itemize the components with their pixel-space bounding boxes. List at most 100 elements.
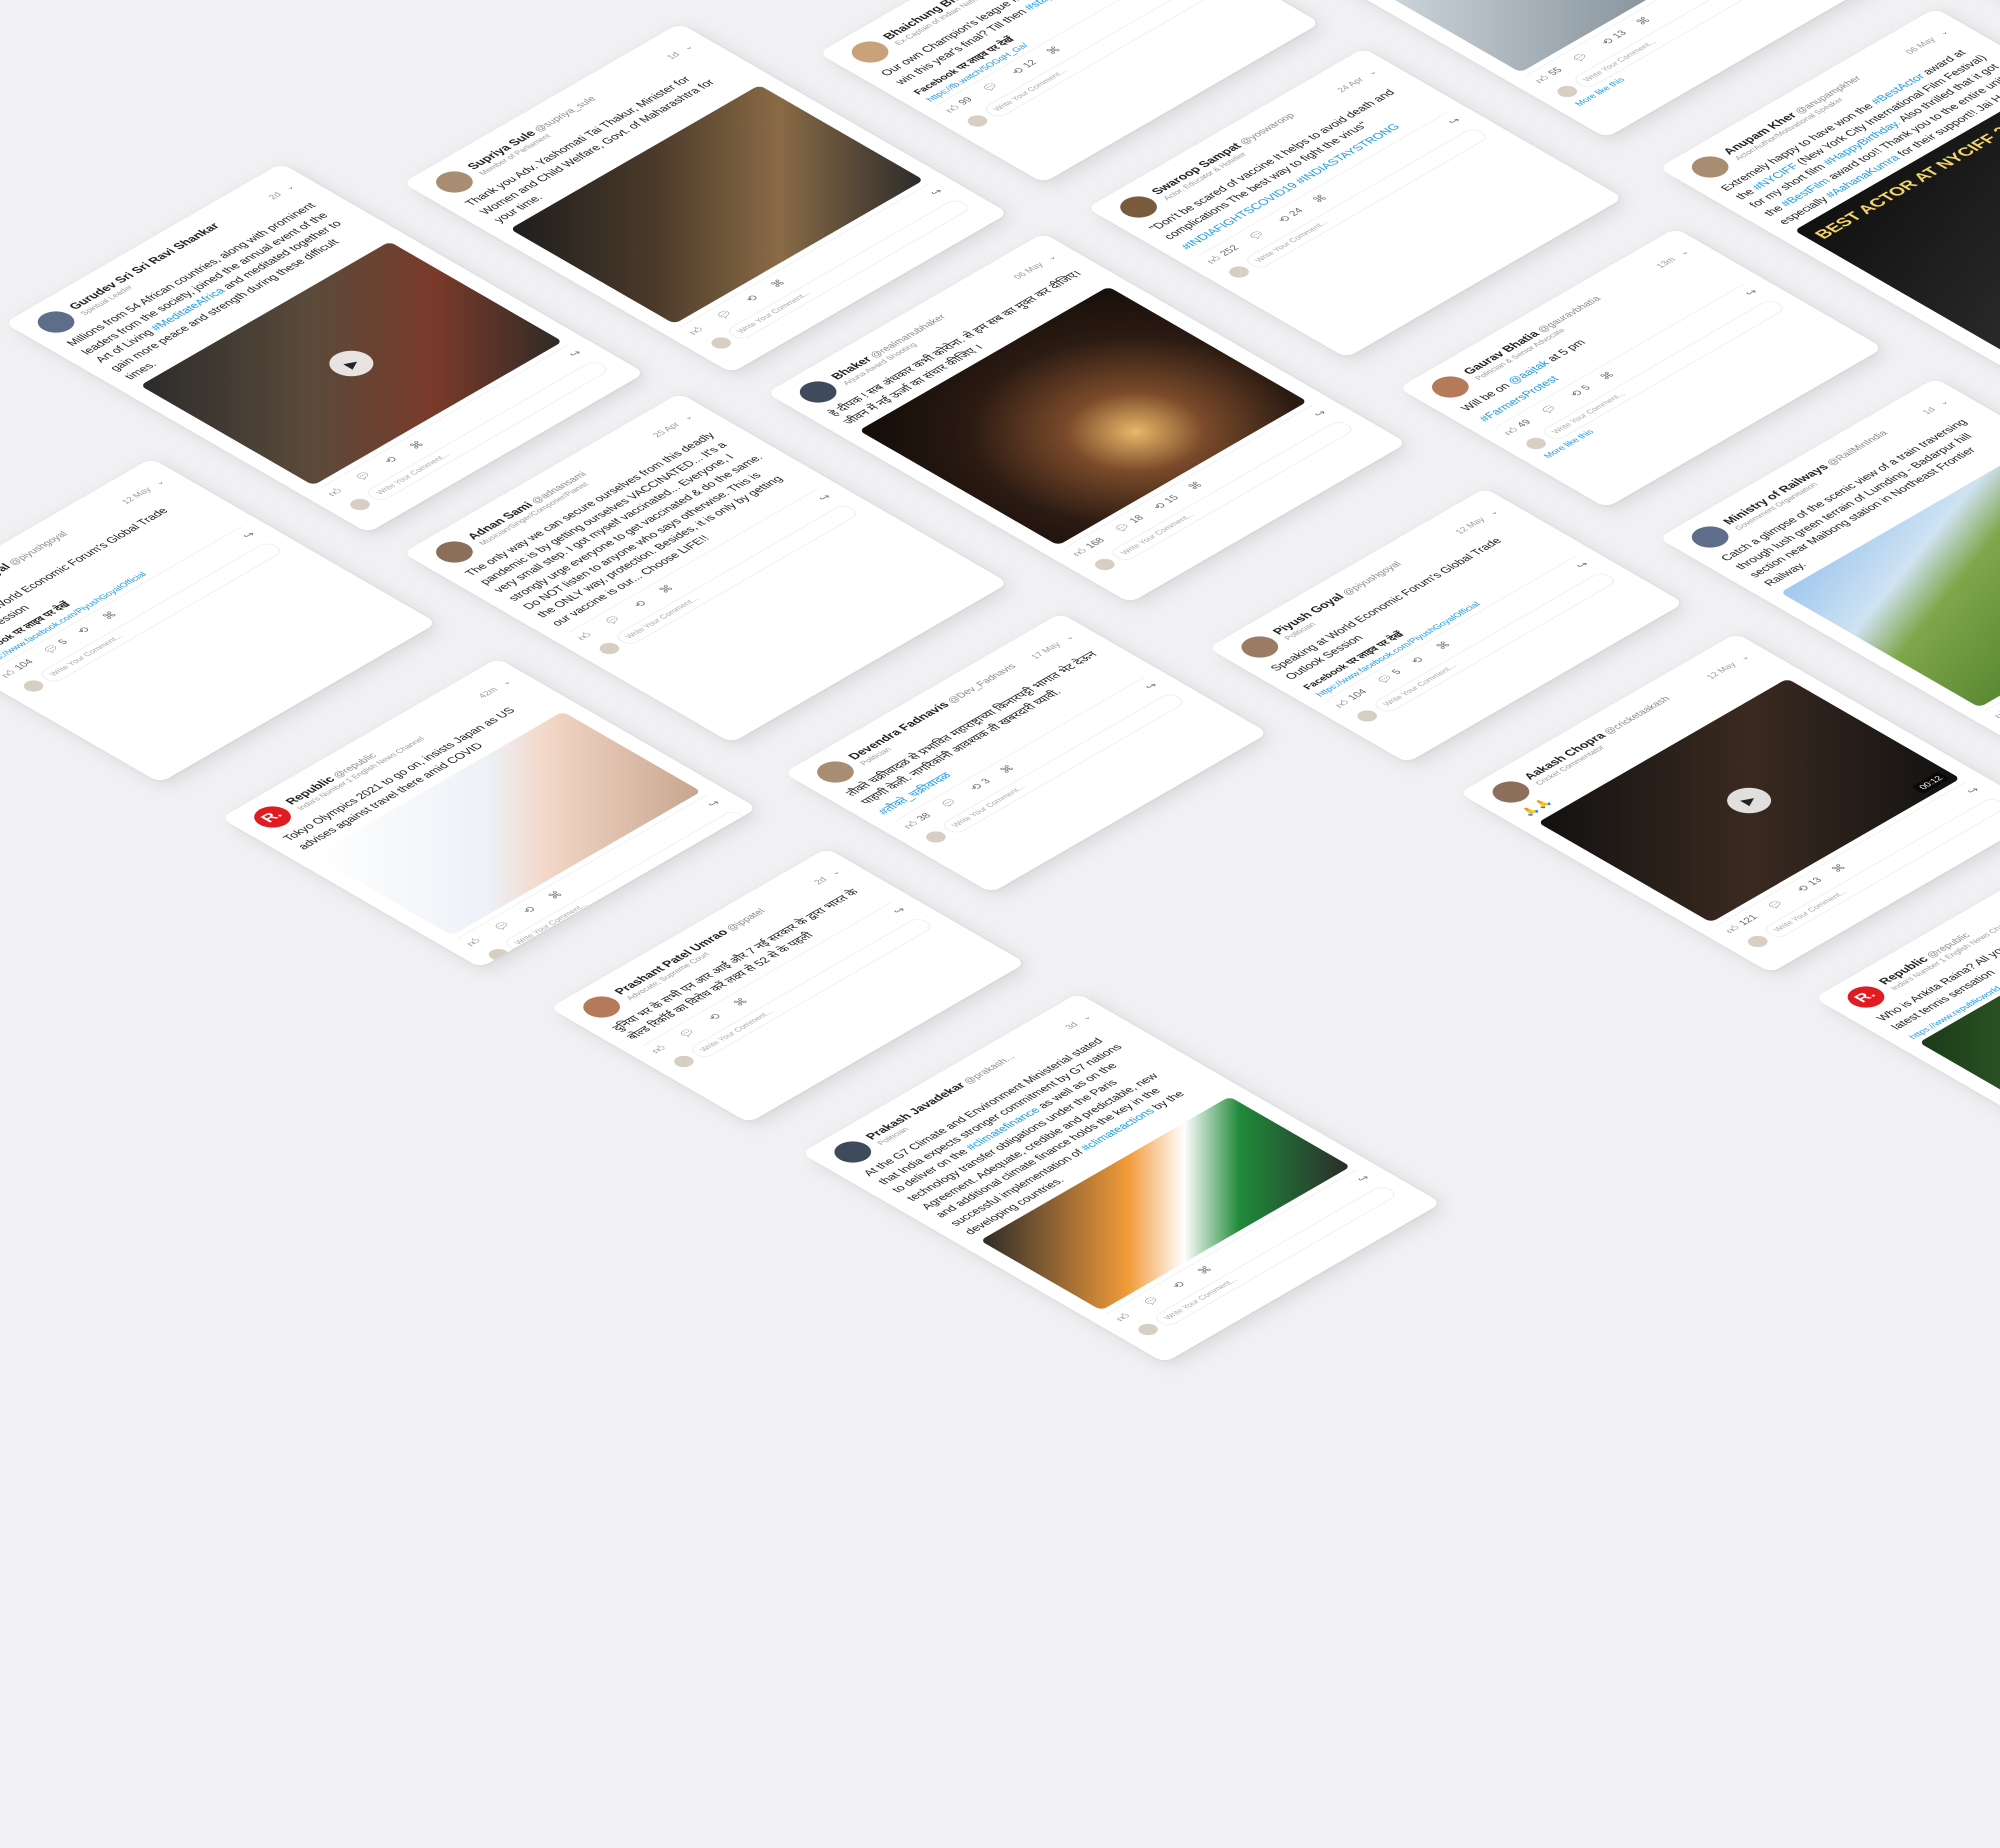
chevron-down-icon[interactable]: ⌄: [1675, 248, 1691, 257]
avatar[interactable]: [792, 377, 845, 408]
bookmark-button[interactable]: ⌘: [768, 278, 789, 290]
bookmark-button[interactable]: ⌘: [1597, 370, 1618, 381]
comment-button[interactable]: 💬︎: [1140, 1292, 1167, 1308]
comment-button[interactable]: 💬︎: [1764, 896, 1791, 911]
repost-button[interactable]: ⟲: [382, 453, 405, 466]
post-time: 06 May: [1011, 260, 1046, 281]
avatar[interactable]: [428, 167, 481, 198]
avatar[interactable]: [809, 757, 862, 788]
bookmark-button[interactable]: ⌘: [407, 439, 428, 451]
chevron-down-icon[interactable]: ⌄: [1364, 68, 1380, 77]
share-button[interactable]: ↪: [1573, 560, 1592, 571]
bookmark-button[interactable]: ⌘: [1185, 480, 1206, 491]
avatar[interactable]: [826, 1136, 879, 1167]
repost-button[interactable]: ⟲: [630, 597, 653, 610]
play-icon[interactable]: ▶: [320, 345, 383, 382]
avatar[interactable]: [575, 991, 628, 1022]
chevron-down-icon[interactable]: ⌄: [1736, 653, 1752, 662]
avatar[interactable]: [30, 307, 83, 338]
bookmark-icon: ⌘: [768, 278, 789, 290]
bookmark-button[interactable]: ⌘: [997, 763, 1018, 775]
share-button[interactable]: ↪: [240, 530, 259, 541]
channel-logo[interactable]: R.: [246, 802, 299, 833]
like-button[interactable]: 👍︎55: [1990, 701, 2000, 721]
hashtag-link[interactable]: #NYCIFF: [1750, 162, 1802, 192]
share-button[interactable]: ↪: [1445, 116, 1464, 127]
repost-button[interactable]: ⟲: [1408, 653, 1431, 667]
avatar[interactable]: [1684, 152, 1737, 183]
like-button[interactable]: 👍︎: [1113, 1309, 1138, 1324]
share-button[interactable]: ↪: [1142, 681, 1161, 692]
thumbs-up-icon: 👍︎: [464, 936, 485, 949]
like-button[interactable]: 👍︎: [686, 323, 711, 337]
chevron-down-icon[interactable]: ⌄: [498, 678, 514, 687]
bookmark-icon: ⌘: [997, 763, 1018, 776]
play-icon[interactable]: ▶: [1717, 782, 1780, 819]
chevron-down-icon[interactable]: ⌄: [680, 43, 696, 52]
share-button[interactable]: ↪: [1742, 287, 1762, 299]
bookmark-button[interactable]: ⌘: [1044, 45, 1064, 56]
repost-button[interactable]: ⟲: [705, 1010, 728, 1023]
repost-button[interactable]: ⟲: [1170, 1278, 1193, 1291]
comment-button[interactable]: 💬︎: [676, 1024, 703, 1040]
share-button[interactable]: ↪: [566, 348, 585, 360]
share-button[interactable]: ↪: [927, 187, 946, 198]
share-button[interactable]: ↪: [705, 798, 724, 810]
comment-button[interactable]: 💬︎: [713, 306, 740, 321]
avatar[interactable]: [1233, 631, 1286, 662]
comment-button[interactable]: 💬︎: [352, 467, 379, 483]
bookmark-button[interactable]: ⌘: [1828, 862, 1849, 874]
comment-button[interactable]: 💬︎: [491, 917, 518, 933]
channel-logo[interactable]: R.: [1840, 981, 1892, 1012]
share-button[interactable]: ↪: [890, 905, 909, 917]
chevron-down-icon[interactable]: ⌄: [680, 413, 696, 422]
share-button[interactable]: ↪: [1354, 1173, 1373, 1185]
chevron-down-icon[interactable]: ⌄: [1485, 508, 1501, 517]
chevron-down-icon[interactable]: ⌄: [1078, 1013, 1094, 1022]
avatar[interactable]: [844, 37, 897, 68]
bookmark-button[interactable]: ⌘: [1433, 640, 1454, 651]
share-button[interactable]: ↪: [1963, 785, 1982, 796]
hashtag-link[interactable]: #climatefinance: [964, 1106, 1044, 1152]
post-card[interactable]: Prakash Javadekar @prakash... Politician 3…: [800, 992, 1442, 1363]
like-button[interactable]: 👍︎: [463, 934, 488, 949]
chevron-down-icon[interactable]: ⌄: [1935, 28, 1951, 37]
bookmark-button[interactable]: ⌘: [1195, 1264, 1216, 1276]
bookmark-button[interactable]: ⌘: [1633, 15, 1654, 27]
bookmark-button[interactable]: ⌘: [545, 889, 566, 901]
comment-button[interactable]: 💬︎: [1245, 226, 1272, 242]
bookmark-button[interactable]: ⌘: [656, 583, 677, 595]
chevron-down-icon[interactable]: ⌄: [151, 478, 167, 487]
share-icon: ↪: [1743, 287, 1762, 299]
avatar[interactable]: [1684, 521, 1737, 552]
bookmark-button[interactable]: ⌘: [1310, 193, 1330, 204]
repost-button[interactable]: ⟲: [520, 903, 543, 916]
like-button[interactable]: 👍︎: [574, 628, 599, 643]
comment-button[interactable]: 💬︎: [1538, 401, 1565, 416]
share-button[interactable]: ↪: [1311, 408, 1330, 420]
like-button[interactable]: 👍︎: [649, 1041, 674, 1056]
repost-button[interactable]: ⟲: [74, 623, 97, 637]
chevron-down-icon[interactable]: ⌄: [1935, 398, 1951, 407]
avatar[interactable]: [1484, 776, 1537, 807]
repost-count: 13: [1610, 29, 1630, 41]
comment-button[interactable]: 💬︎: [937, 794, 964, 810]
chevron-down-icon[interactable]: ⌄: [1043, 253, 1059, 262]
like-button[interactable]: 👍︎: [325, 484, 350, 499]
comment-button[interactable]: 💬︎: [979, 78, 1006, 94]
post-media[interactable]: ▶ 00:12: [1537, 678, 1961, 923]
comment-button[interactable]: 💬︎: [1569, 49, 1596, 64]
chevron-down-icon[interactable]: ⌄: [1061, 633, 1077, 642]
thumbs-up-icon: 👍︎: [649, 1043, 670, 1056]
bookmark-button[interactable]: ⌘: [731, 996, 752, 1008]
avatar[interactable]: [1112, 192, 1165, 223]
avatar[interactable]: [1424, 372, 1477, 403]
comment-button[interactable]: 💬︎: [601, 611, 628, 627]
hashtag-link[interactable]: #MeditateAfrica: [149, 287, 229, 333]
bookmark-button[interactable]: ⌘: [100, 610, 120, 621]
share-button[interactable]: ↪: [815, 492, 834, 503]
chevron-down-icon[interactable]: ⌄: [827, 868, 843, 877]
repost-button[interactable]: ⟲: [742, 291, 765, 305]
chevron-down-icon[interactable]: ⌄: [281, 183, 297, 192]
avatar[interactable]: [428, 537, 481, 568]
